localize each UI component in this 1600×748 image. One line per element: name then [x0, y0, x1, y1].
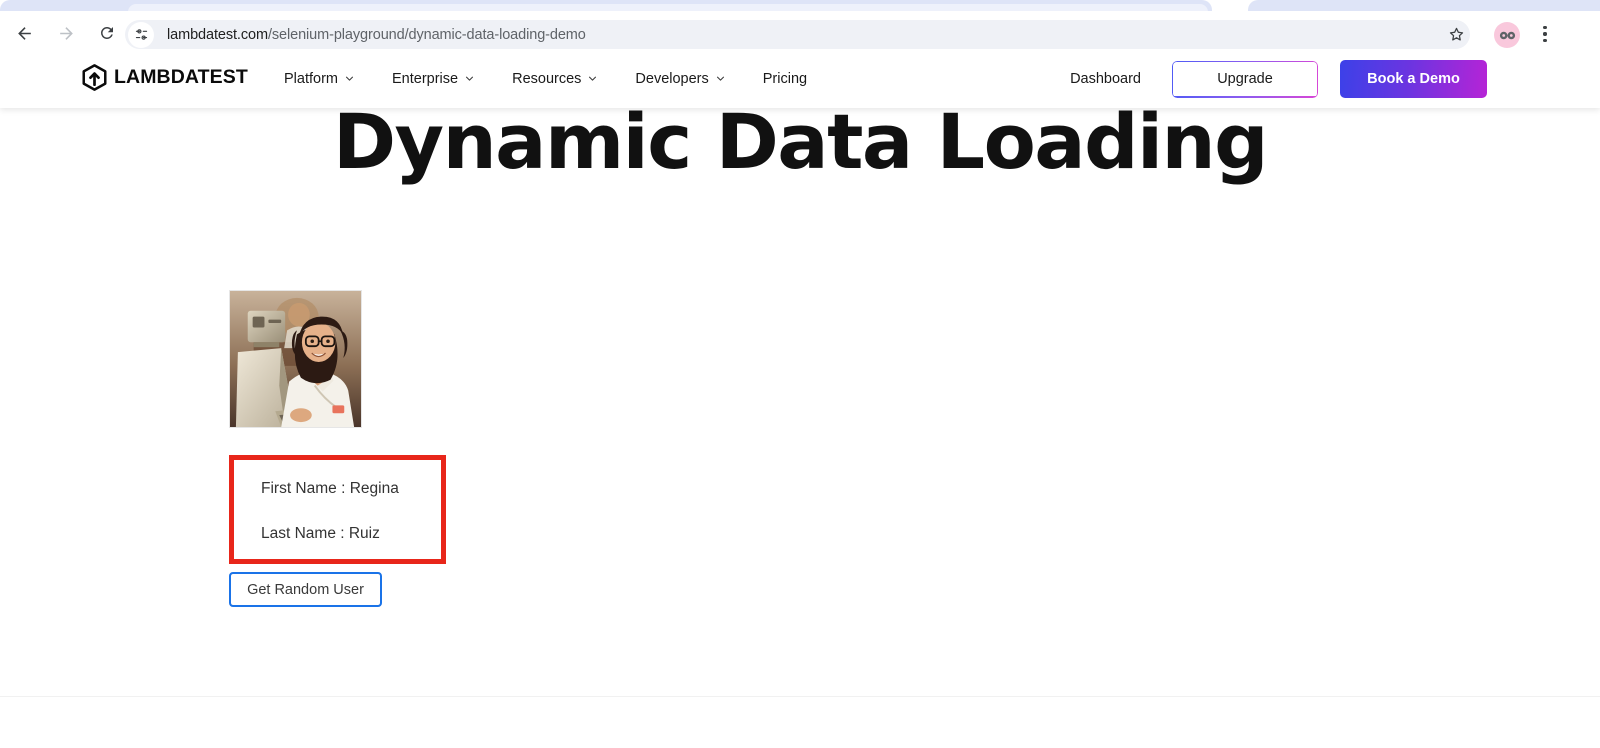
menu-dot — [1543, 25, 1547, 30]
brand-logo[interactable]: LAMBDATEST — [82, 64, 248, 91]
get-random-user-button[interactable]: Get Random User — [229, 572, 382, 607]
nav-item-label: Developers — [635, 71, 709, 87]
chevron-down-icon — [345, 76, 354, 81]
bookmark-star-icon — [1449, 27, 1463, 41]
address-bar[interactable]: lambdatest.com/selenium-playground/dynam… — [125, 20, 1470, 49]
site-settings-tune-icon — [135, 29, 147, 40]
chevron-down-icon — [589, 76, 597, 81]
nav-item-label: Resources — [512, 71, 582, 87]
site-info-button[interactable] — [128, 21, 154, 48]
user-info-box: First Name : Regina Last Name : Ruiz — [229, 455, 446, 564]
upgrade-button[interactable]: Upgrade — [1172, 60, 1318, 98]
dynamic-data-demo-block: First Name : Regina Last Name : Ruiz Get… — [229, 290, 649, 607]
tab-strip-background-right — [1248, 0, 1600, 11]
page-title: Dynamic Data Loading — [332, 97, 1269, 186]
nav-item-pricing[interactable]: Pricing — [763, 71, 807, 87]
dashboard-link[interactable]: Dashboard — [1070, 71, 1141, 87]
nav-item-resources[interactable]: Resources — [512, 71, 597, 87]
back-button[interactable] — [11, 20, 37, 46]
profile-avatar[interactable] — [1494, 22, 1520, 48]
nav-item-platform[interactable]: Platform — [284, 71, 354, 87]
book-a-demo-button-label: Book a Demo — [1367, 71, 1460, 87]
chevron-down-icon — [466, 76, 474, 81]
forward-button — [53, 20, 79, 46]
menu-dot — [1543, 38, 1547, 43]
book-a-demo-button[interactable]: Book a Demo — [1340, 60, 1487, 98]
bookmark-button[interactable] — [1443, 21, 1469, 47]
chrome-menu-button[interactable] — [1532, 21, 1558, 47]
brand-wordmark: LAMBDATEST — [114, 66, 248, 88]
nav-item-label: Pricing — [762, 71, 808, 87]
first-name-text: First Name : Regina — [261, 480, 399, 497]
header-actions: Dashboard Upgrade Book a Demo — [1070, 50, 1487, 108]
upgrade-button-label: Upgrade — [1217, 71, 1273, 87]
reload-button[interactable] — [94, 20, 120, 46]
nav-item-developers[interactable]: Developers — [635, 71, 724, 87]
profile-avatar-icon — [1499, 31, 1515, 39]
chevron-down-icon — [716, 76, 724, 81]
browser-toolbar: lambdatest.com/selenium-playground/dynam… — [0, 11, 1600, 50]
forward-arrow-icon — [59, 26, 73, 40]
last-name-text: Last Name : Ruiz — [261, 524, 380, 542]
back-arrow-icon — [17, 26, 31, 40]
nav-item-enterprise[interactable]: Enterprise — [392, 71, 474, 87]
site-header: LAMBDATEST Platform Enterprise Resources — [0, 50, 1600, 108]
address-bar-host: lambdatest.com — [167, 26, 268, 43]
main-nav: Platform Enterprise Resources Developers — [284, 50, 807, 108]
lambdatest-hexagon-arrow-logo — [82, 64, 107, 91]
active-tab[interactable] — [128, 4, 1208, 11]
nav-item-label: Enterprise — [392, 71, 459, 87]
menu-dot — [1543, 32, 1547, 36]
address-bar-path: /selenium-playground/dynamic-data-loadin… — [267, 26, 586, 43]
user-photo — [229, 290, 362, 428]
reload-icon — [100, 26, 113, 39]
get-random-user-button-label: Get Random User — [247, 581, 364, 598]
footer-divider — [0, 696, 1600, 697]
page-viewport: Dynamic Data Loading LAMBDATEST Platform… — [0, 50, 1600, 748]
browser-chrome: lambdatest.com/selenium-playground/dynam… — [0, 0, 1600, 50]
address-bar-url: lambdatest.com/selenium-playground/dynam… — [167, 27, 586, 43]
tab-strip — [0, 0, 1600, 11]
nav-item-label: Platform — [284, 71, 338, 87]
